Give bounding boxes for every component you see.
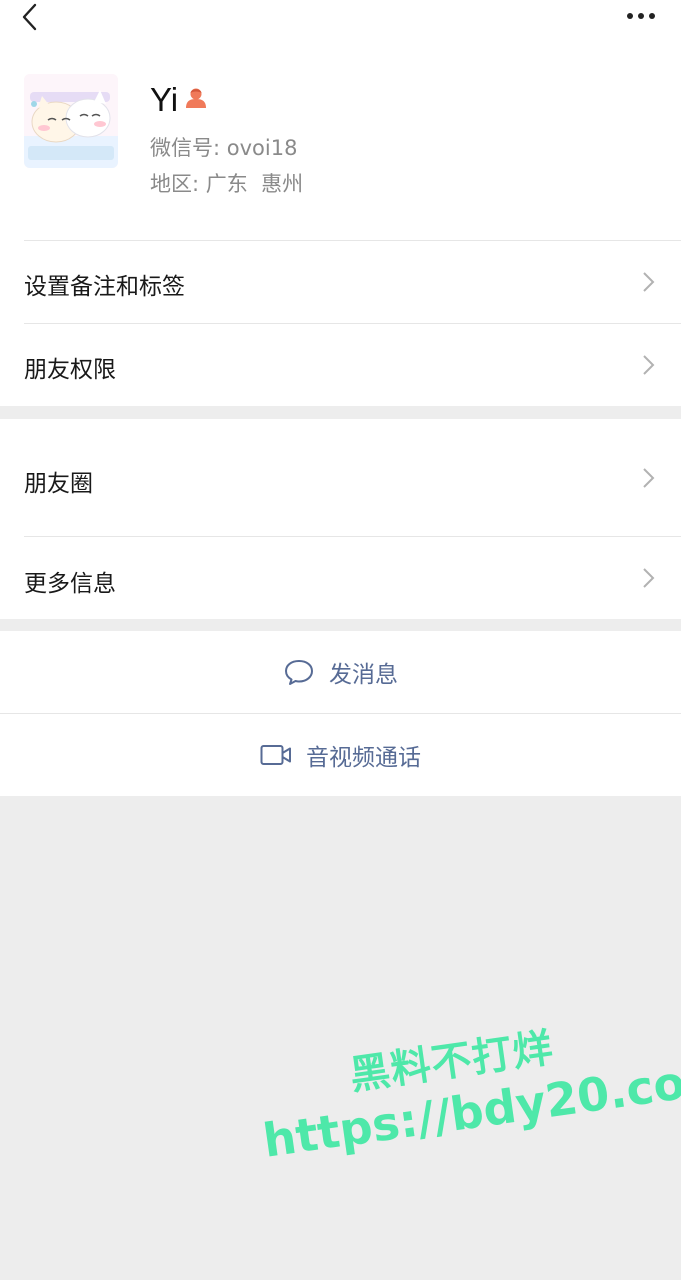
- friend-permissions-label: 朋友权限: [24, 357, 116, 383]
- contact-name: Yi: [150, 81, 179, 118]
- wechat-id-line: 微信号: ovoi18: [150, 132, 297, 162]
- watermark-line2: https://bdy20.co: [259, 1055, 681, 1168]
- moments-cell[interactable]: 朋友圈: [0, 419, 681, 536]
- friend-permissions-cell[interactable]: 朋友权限: [0, 323, 681, 406]
- remarks-tags-label: 设置备注和标签: [24, 274, 185, 300]
- avatar[interactable]: [24, 74, 118, 168]
- top-navigation-bar: [0, 0, 681, 48]
- video-call-label: 音视频通话: [306, 745, 421, 771]
- chevron-right-icon: [643, 272, 655, 292]
- chevron-right-icon: [643, 468, 655, 488]
- avatar-image: [24, 74, 118, 168]
- more-info-label: 更多信息: [24, 571, 116, 597]
- video-camera-icon: [260, 745, 291, 765]
- region-label: 地区:: [150, 172, 200, 196]
- region-value: 广东 惠州: [205, 172, 304, 196]
- more-info-cell[interactable]: 更多信息: [0, 536, 681, 619]
- chevron-right-icon: [643, 568, 655, 588]
- back-arrow-icon: [22, 3, 37, 31]
- more-dots-icon: [627, 13, 655, 19]
- divider: [24, 323, 681, 324]
- wechat-id-label: 微信号:: [150, 136, 221, 160]
- send-message-label: 发消息: [329, 662, 398, 688]
- profile-header: Yi 微信号: ovoi18 地区: 广东 惠州: [0, 48, 681, 240]
- female-icon: [184, 86, 208, 110]
- watermark-line1: 黑料不打烊: [347, 1025, 557, 1100]
- chevron-right-icon: [643, 355, 655, 375]
- moments-label: 朋友圈: [24, 471, 93, 497]
- more-options-button[interactable]: [623, 6, 659, 26]
- remarks-tags-cell[interactable]: 设置备注和标签: [0, 240, 681, 323]
- wechat-id-value[interactable]: ovoi18: [227, 136, 298, 160]
- send-message-button[interactable]: 发消息: [0, 631, 681, 713]
- name-row: Yi: [150, 78, 208, 122]
- back-button[interactable]: [14, 0, 46, 34]
- divider: [24, 536, 681, 537]
- divider: [24, 240, 681, 241]
- video-call-button[interactable]: 音视频通话: [0, 714, 681, 796]
- watermark: 黑料不打烊 https://bdy20.co: [250, 987, 681, 1204]
- region-line: 地区: 广东 惠州: [150, 168, 303, 198]
- chat-bubble-icon: [285, 660, 313, 685]
